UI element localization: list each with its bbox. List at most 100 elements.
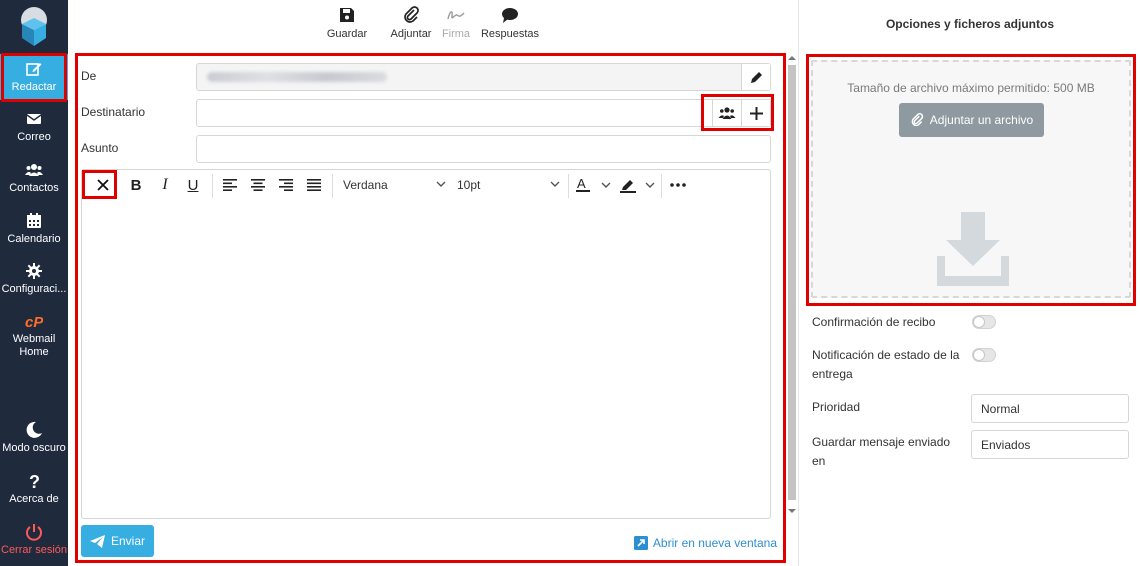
svg-text:A: A	[577, 177, 586, 191]
nav-contacts-label: Contactos	[9, 182, 59, 194]
attach-label: Adjuntar	[390, 28, 432, 40]
max-file-size-text: Tamaño de archivo máximo permitido: 500 …	[847, 81, 1095, 95]
svg-text:?: ?	[29, 472, 40, 490]
compose-scrollbar[interactable]	[785, 55, 798, 518]
speech-bubble-icon	[502, 8, 518, 23]
options-panel: Opciones y ficheros adjuntos Tamaño de a…	[798, 0, 1140, 566]
svg-text:cP: cP	[25, 314, 43, 330]
signature-icon	[447, 11, 465, 20]
font-size-select[interactable]: 10pt	[457, 174, 560, 196]
power-icon	[26, 524, 42, 541]
attach-button[interactable]: Adjuntar	[388, 6, 434, 40]
send-button[interactable]: Enviar	[81, 525, 154, 557]
from-label: De	[81, 69, 97, 83]
nav-logout[interactable]: Cerrar sesión	[0, 523, 68, 557]
compose-icon	[26, 63, 42, 76]
send-label: Enviar	[110, 534, 145, 548]
underline-icon: U	[187, 176, 199, 194]
bold-button[interactable]: B	[126, 174, 146, 196]
toolbar-divider	[568, 174, 569, 198]
scroll-down-arrow-icon	[788, 509, 796, 513]
read-receipt-label: Confirmación de recibo	[812, 315, 936, 329]
editor-toolbar: B I U Verdana 10pt A	[82, 170, 770, 200]
nav-dark-mode-label: Modo oscuro	[2, 442, 66, 454]
chevron-down-icon	[436, 181, 446, 187]
more-options-button[interactable]	[667, 174, 689, 196]
align-center-button[interactable]	[248, 174, 268, 196]
attach-file-button[interactable]: Adjuntar un archivo	[899, 103, 1044, 137]
add-header-button[interactable]	[741, 100, 770, 126]
nav-compose-label: Redactar	[11, 81, 57, 93]
to-label: Destinatario	[81, 105, 146, 119]
open-in-new-window-label: Abrir en nueva ventana	[652, 536, 777, 550]
nav-about-label: Acerca de	[9, 493, 59, 505]
save-label: Guardar	[326, 28, 368, 40]
external-link-icon	[633, 536, 648, 550]
nav-settings[interactable]: Configuraci...	[0, 262, 68, 296]
subject-input[interactable]	[196, 135, 771, 163]
align-right-button[interactable]	[276, 174, 296, 196]
text-color-button[interactable]: A	[576, 174, 614, 196]
signature-button[interactable]: Firma	[440, 6, 472, 40]
save-sent-label: Guardar mensaje enviado en	[812, 435, 951, 468]
nav-calendar-label: Calendario	[7, 233, 61, 245]
sidebar: Redactar Correo Contactos Calendario Con…	[0, 0, 68, 566]
open-in-new-window-link[interactable]: Abrir en nueva ventana	[633, 536, 777, 550]
font-family-value: Verdana	[343, 178, 388, 192]
italic-button[interactable]: I	[155, 174, 175, 196]
read-receipt-toggle[interactable]	[972, 315, 996, 329]
align-right-icon	[279, 179, 293, 191]
scroll-up-arrow-icon	[788, 56, 796, 60]
priority-label: Prioridad	[812, 400, 861, 414]
close-icon	[97, 179, 109, 191]
nav-logout-label: Cerrar sesión	[1, 544, 68, 556]
save-button[interactable]: Guardar	[325, 6, 369, 40]
align-left-button[interactable]	[220, 174, 240, 196]
paperclip-icon	[911, 113, 923, 127]
attachment-drop-zone[interactable]: Tamaño de archivo máximo permitido: 500 …	[811, 60, 1131, 298]
nav-about[interactable]: ? Acerca de	[0, 472, 68, 506]
contacts-icon	[718, 107, 736, 119]
address-book-button[interactable]	[712, 100, 741, 126]
italic-icon: I	[162, 176, 168, 193]
attach-file-label: Adjuntar un archivo	[929, 113, 1034, 127]
nav-webmail-home-label: Webmail Home	[12, 333, 56, 358]
align-justify-button[interactable]	[304, 174, 324, 196]
font-family-select[interactable]: Verdana	[343, 174, 446, 196]
from-field[interactable]	[196, 63, 771, 91]
responses-button[interactable]: Respuestas	[480, 6, 540, 40]
nav-mail[interactable]: Correo	[0, 110, 68, 144]
clear-formatting-button[interactable]	[90, 174, 116, 196]
to-field[interactable]	[196, 99, 771, 127]
toolbar-divider	[661, 174, 662, 198]
pencil-icon	[750, 71, 762, 83]
nav-contacts[interactable]: Contactos	[0, 161, 68, 195]
nav-dark-mode[interactable]: Modo oscuro	[0, 421, 68, 455]
bold-icon: B	[130, 176, 142, 194]
roundcube-logo[interactable]	[12, 4, 56, 48]
from-address-redacted	[207, 72, 387, 82]
nav-settings-label: Configuraci...	[1, 283, 67, 295]
envelope-icon	[26, 114, 42, 124]
scroll-thumb[interactable]	[788, 65, 796, 500]
download-icon	[937, 212, 1009, 286]
save-sent-select[interactable]: Enviados	[971, 430, 1129, 459]
subject-label: Asunto	[81, 141, 119, 155]
delivery-status-toggle[interactable]	[972, 348, 996, 362]
align-left-icon	[223, 179, 237, 191]
signature-label: Firma	[441, 28, 471, 40]
nav-webmail-home[interactable]: cP Webmail Home	[0, 312, 68, 359]
question-icon: ?	[29, 472, 40, 490]
nav-compose[interactable]: Redactar	[0, 54, 68, 100]
cpanel-icon: cP	[25, 314, 43, 330]
edit-identity-button[interactable]	[741, 64, 770, 90]
ellipsis-icon	[670, 183, 686, 187]
gear-icon	[26, 263, 42, 279]
contacts-icon	[25, 164, 43, 176]
underline-button[interactable]: U	[183, 174, 203, 196]
message-editor[interactable]: B I U Verdana 10pt A	[81, 169, 771, 519]
font-size-value: 10pt	[457, 178, 481, 192]
background-color-button[interactable]	[620, 174, 658, 196]
nav-calendar[interactable]: Calendario	[0, 212, 68, 246]
priority-select[interactable]: Normal	[971, 394, 1129, 423]
